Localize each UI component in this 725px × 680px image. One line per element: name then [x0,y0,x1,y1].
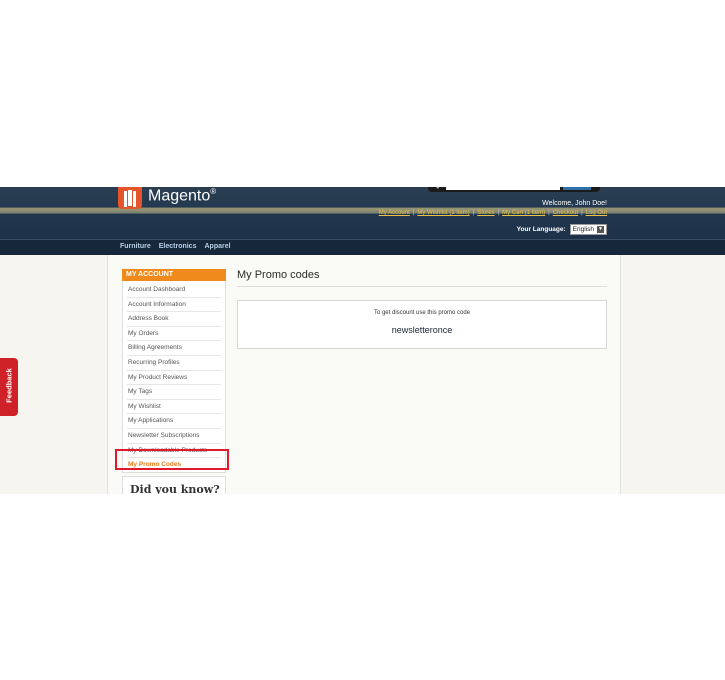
link-my-account[interactable]: My Account [379,210,410,216]
screenshot-area: Magento® ● Welcome, John Doe! My Account… [0,187,725,494]
link-separator: | [472,210,475,216]
link-my-cart[interactable]: My Cart (1 item) [502,210,545,216]
language-value: English [572,226,594,233]
sidebar-item-my-applications[interactable]: My Applications [127,414,221,429]
sidebar-item-recurring-profiles[interactable]: Recurring Profiles [127,356,221,371]
sidebar-item-newsletter-subscriptions[interactable]: Newsletter Subscriptions [127,429,221,444]
main-column: My Promo codes To get discount use this … [237,269,607,349]
search-button[interactable] [563,187,591,190]
link-stores[interactable]: Stores [477,210,494,216]
feedback-tab[interactable]: Feedback [0,358,18,416]
page-title: My Promo codes [237,269,607,287]
account-sidebar: MY ACCOUNT Account Dashboard Account Inf… [122,269,226,473]
promo-code-box: To get discount use this promo code news… [237,300,607,349]
welcome-message: Welcome, John Doe! [542,200,607,207]
sidebar-item-account-information[interactable]: Account Information [127,298,221,313]
language-switcher: Your Language: English ▼ [517,224,607,235]
search-input[interactable] [446,187,560,190]
nav-item-furniture[interactable]: Furniture [120,243,151,250]
search-icon: ● [436,187,440,191]
chevron-down-icon: ▼ [597,226,604,233]
category-nav: Furniture Electronics Apparel [0,239,725,255]
magento-logo-icon [118,187,142,209]
did-you-know-title: Did you know? [130,483,220,494]
sidebar-item-my-orders[interactable]: My Orders [127,327,221,342]
sidebar-list: Account Dashboard Account Information Ad… [122,281,226,473]
sidebar-item-my-wishlist[interactable]: My Wishlist [127,400,221,415]
promo-code-label: To get discount use this promo code [373,310,471,316]
link-separator: | [412,210,415,216]
sidebar-title: MY ACCOUNT [122,269,226,281]
nav-item-electronics[interactable]: Electronics [159,243,197,250]
sidebar-item-my-tags[interactable]: My Tags [127,385,221,400]
nav-item-apparel[interactable]: Apparel [204,243,230,250]
language-select[interactable]: English ▼ [569,224,607,235]
sidebar-item-account-dashboard[interactable]: Account Dashboard [127,283,221,298]
sidebar-item-my-product-reviews[interactable]: My Product Reviews [127,371,221,386]
link-my-wishlist[interactable]: My Wishlist (1 item) [417,210,469,216]
logo-registered-mark: ® [210,187,217,197]
link-checkout[interactable]: Checkout [553,210,578,216]
link-log-out[interactable]: Log Out [586,210,607,216]
site-logo[interactable]: Magento® [118,187,216,209]
logo-text: Magento [148,187,211,205]
search-bar: ● [428,187,600,192]
header-stripe [0,208,725,211]
highlight-box [115,449,229,470]
promo-code-value: newsletteronce [391,325,453,335]
feedback-label: Feedback [4,368,14,403]
site-header: Magento® ● Welcome, John Doe! My Account… [0,187,725,239]
link-separator: | [497,210,500,216]
link-separator: | [581,210,583,216]
did-you-know-block: Did you know? [122,476,226,494]
sidebar-item-billing-agreements[interactable]: Billing Agreements [127,341,221,356]
link-separator: | [548,210,550,216]
top-links: My Account | My Wishlist (1 item) | Stores | M… [379,210,607,216]
language-label: Your Language: [516,226,566,233]
sidebar-item-address-book[interactable]: Address Book [127,312,221,327]
